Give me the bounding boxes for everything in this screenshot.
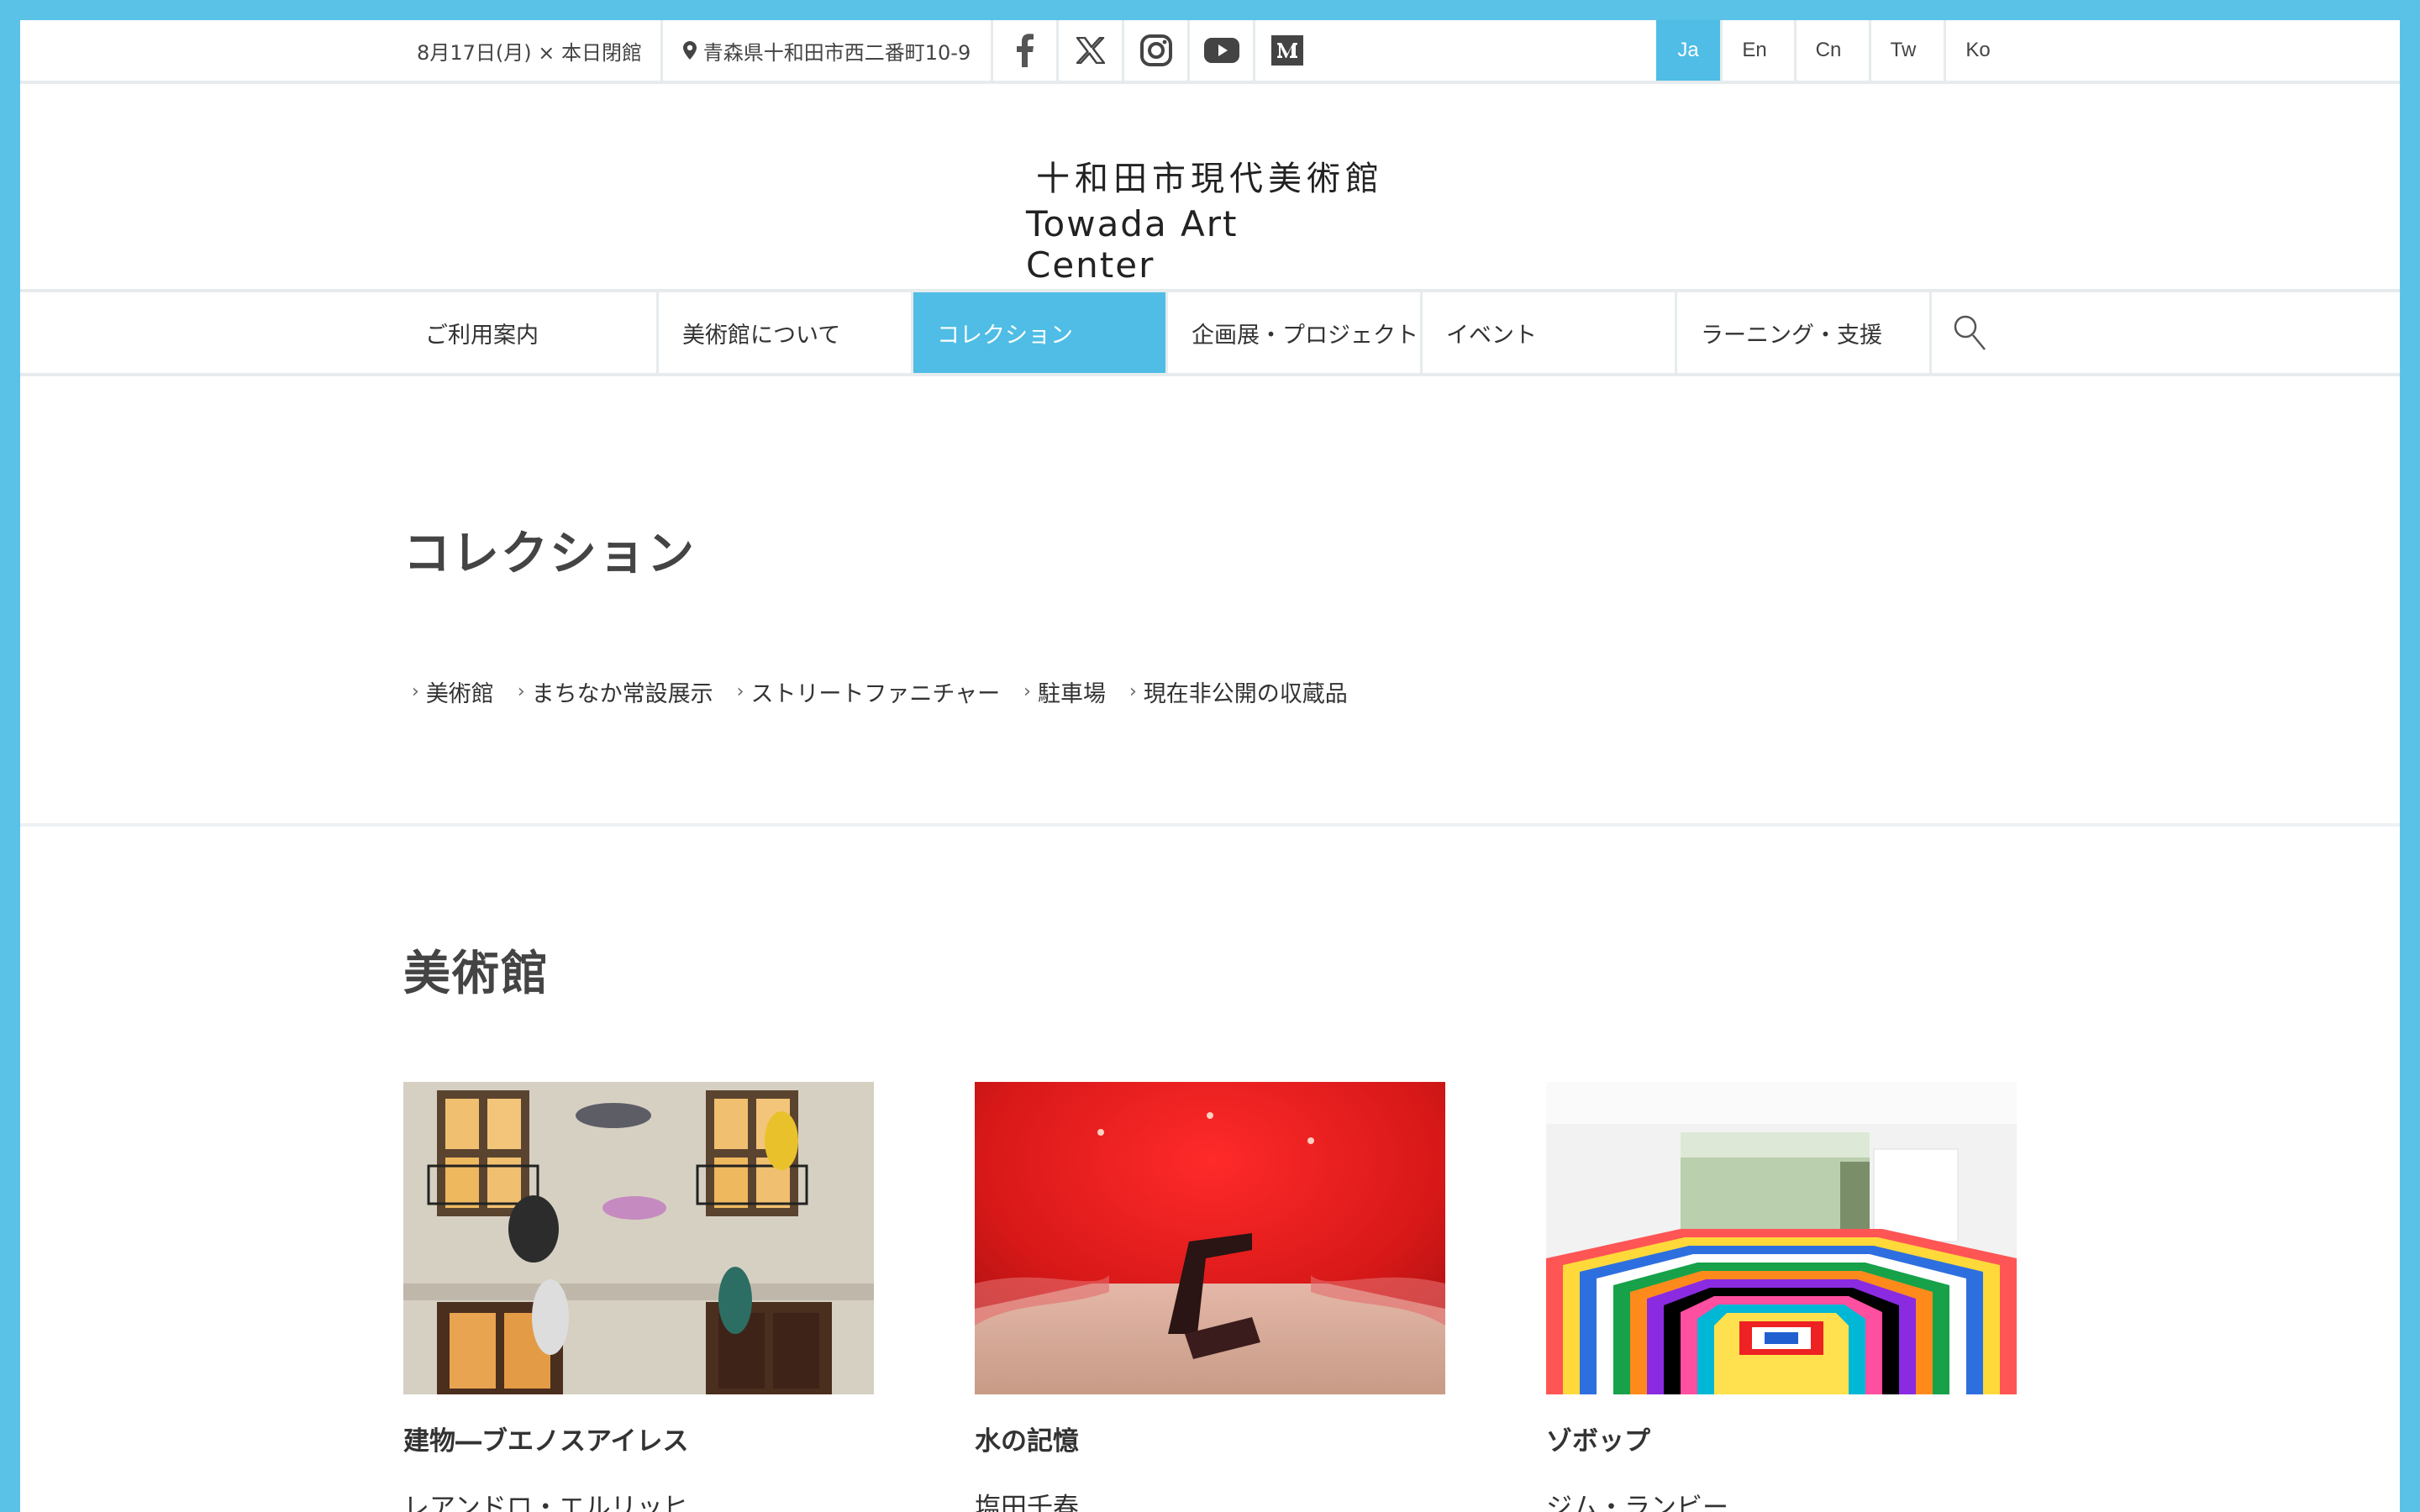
lang-ko[interactable]: Ko [1946,20,2010,81]
chevron-right-icon: › [1128,681,1137,702]
instagram-icon [1139,34,1172,66]
lang-ja[interactable]: Ja [1656,20,1720,81]
artwork-image-building[interactable] [403,1082,874,1394]
logo-english: Towada Art Center [1026,203,1239,286]
search-button[interactable] [1932,292,2007,373]
medium-icon [1270,35,1303,66]
utility-bar: 8月17日(月) × 本日閉館 青森県十和田市西二番町10-9 Ja En Cn… [20,20,2400,84]
site-logo[interactable]: 十和田市現代美術館 Towada Art Center [20,84,2400,292]
chevron-right-icon: › [412,681,419,702]
nav-item-learning[interactable]: ラーニング・支援 [1677,292,1929,373]
lang-tw[interactable]: Tw [1871,20,1935,81]
instagram-link[interactable] [1124,20,1187,81]
section-divider [20,823,2400,827]
lang-en[interactable]: En [1723,20,1786,81]
chevron-right-icon: › [1023,681,1031,702]
artwork-title[interactable]: 建物―ブエノスアイレス [403,1420,874,1457]
artwork-card[interactable]: ゾボップ ジム・ランビー [1546,1082,2017,1512]
facebook-link[interactable] [993,20,1056,81]
medium-link[interactable] [1255,20,1318,81]
page-frame: 8月17日(月) × 本日閉館 青森県十和田市西二番町10-9 Ja En Cn… [20,20,2400,1512]
artwork-image-zobop[interactable] [1546,1082,2017,1394]
artwork-card[interactable]: 建物―ブエノスアイレス レアンドロ・エルリッヒ [403,1082,874,1512]
nav-item-exhibitions[interactable]: 企画展・プロジェクト [1168,292,1420,373]
youtube-link[interactable] [1190,20,1253,81]
x-icon [1076,37,1105,64]
subnav-museum[interactable]: › 美術館 [412,675,494,708]
artwork-image-memory-of-water[interactable] [975,1082,1445,1394]
chevron-right-icon: › [736,681,744,702]
collection-subnav: › 美術館 › まちなか常設展示 › ストリートファニチャー › 駐車場 › 現在非公開の… [412,675,1371,708]
nav-item-events[interactable]: イベント [1423,292,1675,373]
artwork-artist: 塩田千春 [975,1493,1079,1512]
artwork-card[interactable]: 水の記憶 塩田千春 [975,1082,1445,1512]
nav-item-guide[interactable]: ご利用案内 [402,292,654,373]
nav-item-collection[interactable]: コレクション [913,292,1165,373]
artwork-title[interactable]: ゾボップ [1546,1420,2017,1457]
subnav-parking[interactable]: › 駐車場 [1023,675,1106,708]
subnav-street-furniture[interactable]: › ストリートファニチャー [737,675,1001,708]
artwork-artist: ジム・ランビー [1546,1493,1728,1512]
opening-status: 8月17日(月) × 本日閉館 [417,40,642,65]
subnav-private[interactable]: › 現在非公開の収蔵品 [1129,675,1348,708]
nav-item-about[interactable]: 美術館について [659,292,911,373]
page-title: コレクション [403,527,696,581]
artwork-artist: レアンドロ・エルリッヒ [403,1493,689,1512]
section-title: 美術館 [403,947,550,1001]
address-link[interactable]: 青森県十和田市西二番町10-9 [663,20,991,81]
artwork-title[interactable]: 水の記憶 [975,1420,1445,1457]
chevron-right-icon: › [517,681,525,702]
address-text: 青森県十和田市西二番町10-9 [702,40,971,65]
lang-cn[interactable]: Cn [1797,20,1860,81]
youtube-icon [1203,38,1239,63]
facebook-icon [1016,34,1034,67]
logo-japanese: 十和田市現代美術館 [1036,160,1384,198]
subnav-town[interactable]: › まちなか常設展示 [518,675,713,708]
main-nav: ご利用案内 美術館について コレクション 企画展・プロジェクト イベント ラーニ… [20,292,2400,376]
search-icon [1954,315,1986,350]
x-link[interactable] [1059,20,1122,81]
map-pin-icon [682,41,697,60]
